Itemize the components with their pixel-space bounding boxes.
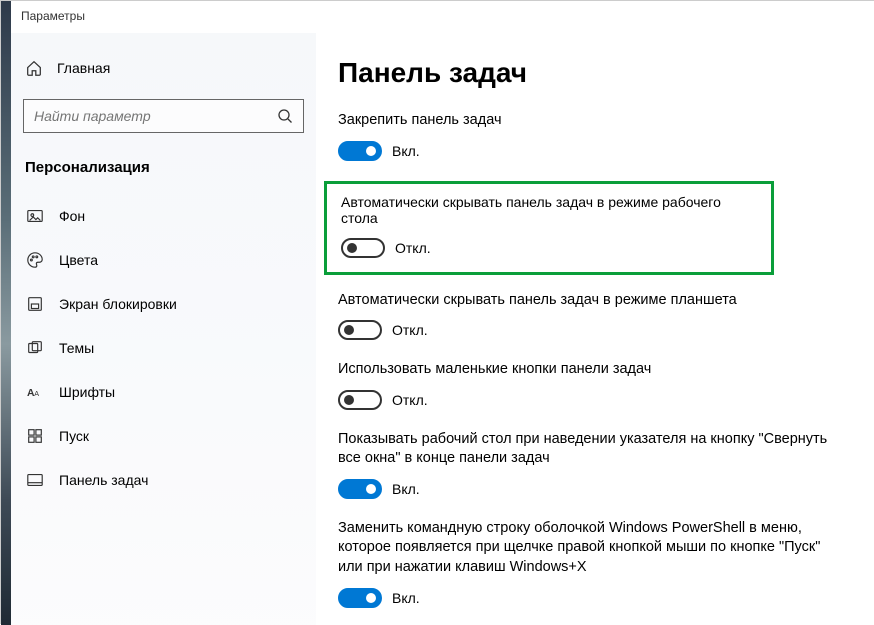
sidebar-item-label: Темы [59,340,94,356]
window-body: Главная Персонализация Фон [11,33,874,625]
toggle-state: Откл. [395,240,431,256]
toggle-state: Вкл. [392,481,420,497]
setting-peek-desktop: Показывать рабочий стол при наведении ук… [338,430,847,499]
home-label: Главная [57,60,110,76]
sidebar-item-background[interactable]: Фон [15,194,312,238]
toggle-small-buttons[interactable] [338,390,382,410]
toggle-state: Откл. [392,322,428,338]
window-title: Параметры [11,1,874,33]
category-title: Персонализация [15,151,312,194]
sidebar-item-label: Фон [59,208,85,224]
toggle-peek-desktop[interactable] [338,479,382,499]
sidebar-item-fonts[interactable]: AA Шрифты [15,370,312,414]
sidebar-item-taskbar[interactable]: Панель задач [15,458,312,502]
setting-label: Автоматически скрывать панель задач в ре… [341,194,757,226]
settings-window: Параметры Главная Персонализация [11,1,874,625]
start-icon [25,426,45,446]
taskbar-icon [25,470,45,490]
setting-powershell: Заменить командную строку оболочкой Wind… [338,519,847,608]
sidebar-item-start[interactable]: Пуск [15,414,312,458]
setting-label: Заменить командную строку оболочкой Wind… [338,519,847,578]
home-icon [25,59,43,77]
toggle-state: Вкл. [392,590,420,606]
sidebar-item-label: Пуск [59,428,89,444]
search-input[interactable] [34,108,277,124]
fonts-icon: AA [25,382,45,402]
toggle-state: Вкл. [392,143,420,159]
themes-icon [25,338,45,358]
sidebar-item-colors[interactable]: Цвета [15,238,312,282]
highlighted-setting: Автоматически скрывать панель задач в ре… [324,181,774,275]
toggle-autohide-tablet[interactable] [338,320,382,340]
toggle-powershell[interactable] [338,588,382,608]
sidebar-item-lockscreen[interactable]: Экран блокировки [15,282,312,326]
sidebar-item-label: Панель задач [59,472,148,488]
svg-text:A: A [34,389,39,398]
toggle-state: Откл. [392,392,428,408]
palette-icon [25,250,45,270]
setting-label: Закрепить панель задач [338,111,847,131]
search-icon [277,108,293,124]
content-pane: Панель задач Закрепить панель задач Вкл.… [316,33,874,625]
desktop-edge [1,1,11,625]
home-link[interactable]: Главная [15,51,312,85]
toggle-lock-taskbar[interactable] [338,141,382,161]
setting-label: Показывать рабочий стол при наведении ук… [338,430,847,469]
sidebar-item-themes[interactable]: Темы [15,326,312,370]
setting-autohide-tablet: Автоматически скрывать панель задач в ре… [338,291,847,341]
setting-label: Использовать маленькие кнопки панели зад… [338,360,847,380]
setting-lock-taskbar: Закрепить панель задач Вкл. [338,111,847,161]
search-box[interactable] [23,99,304,133]
setting-label: Автоматически скрывать панель задач в ре… [338,291,847,311]
lockscreen-icon [25,294,45,314]
page-title: Панель задач [338,57,847,89]
sidebar-item-label: Экран блокировки [59,296,177,312]
sidebar: Главная Персонализация Фон [11,33,316,625]
toggle-autohide-desktop[interactable] [341,238,385,258]
sidebar-item-label: Цвета [59,252,98,268]
setting-small-buttons: Использовать маленькие кнопки панели зад… [338,360,847,410]
picture-icon [25,206,45,226]
sidebar-item-label: Шрифты [59,384,115,400]
